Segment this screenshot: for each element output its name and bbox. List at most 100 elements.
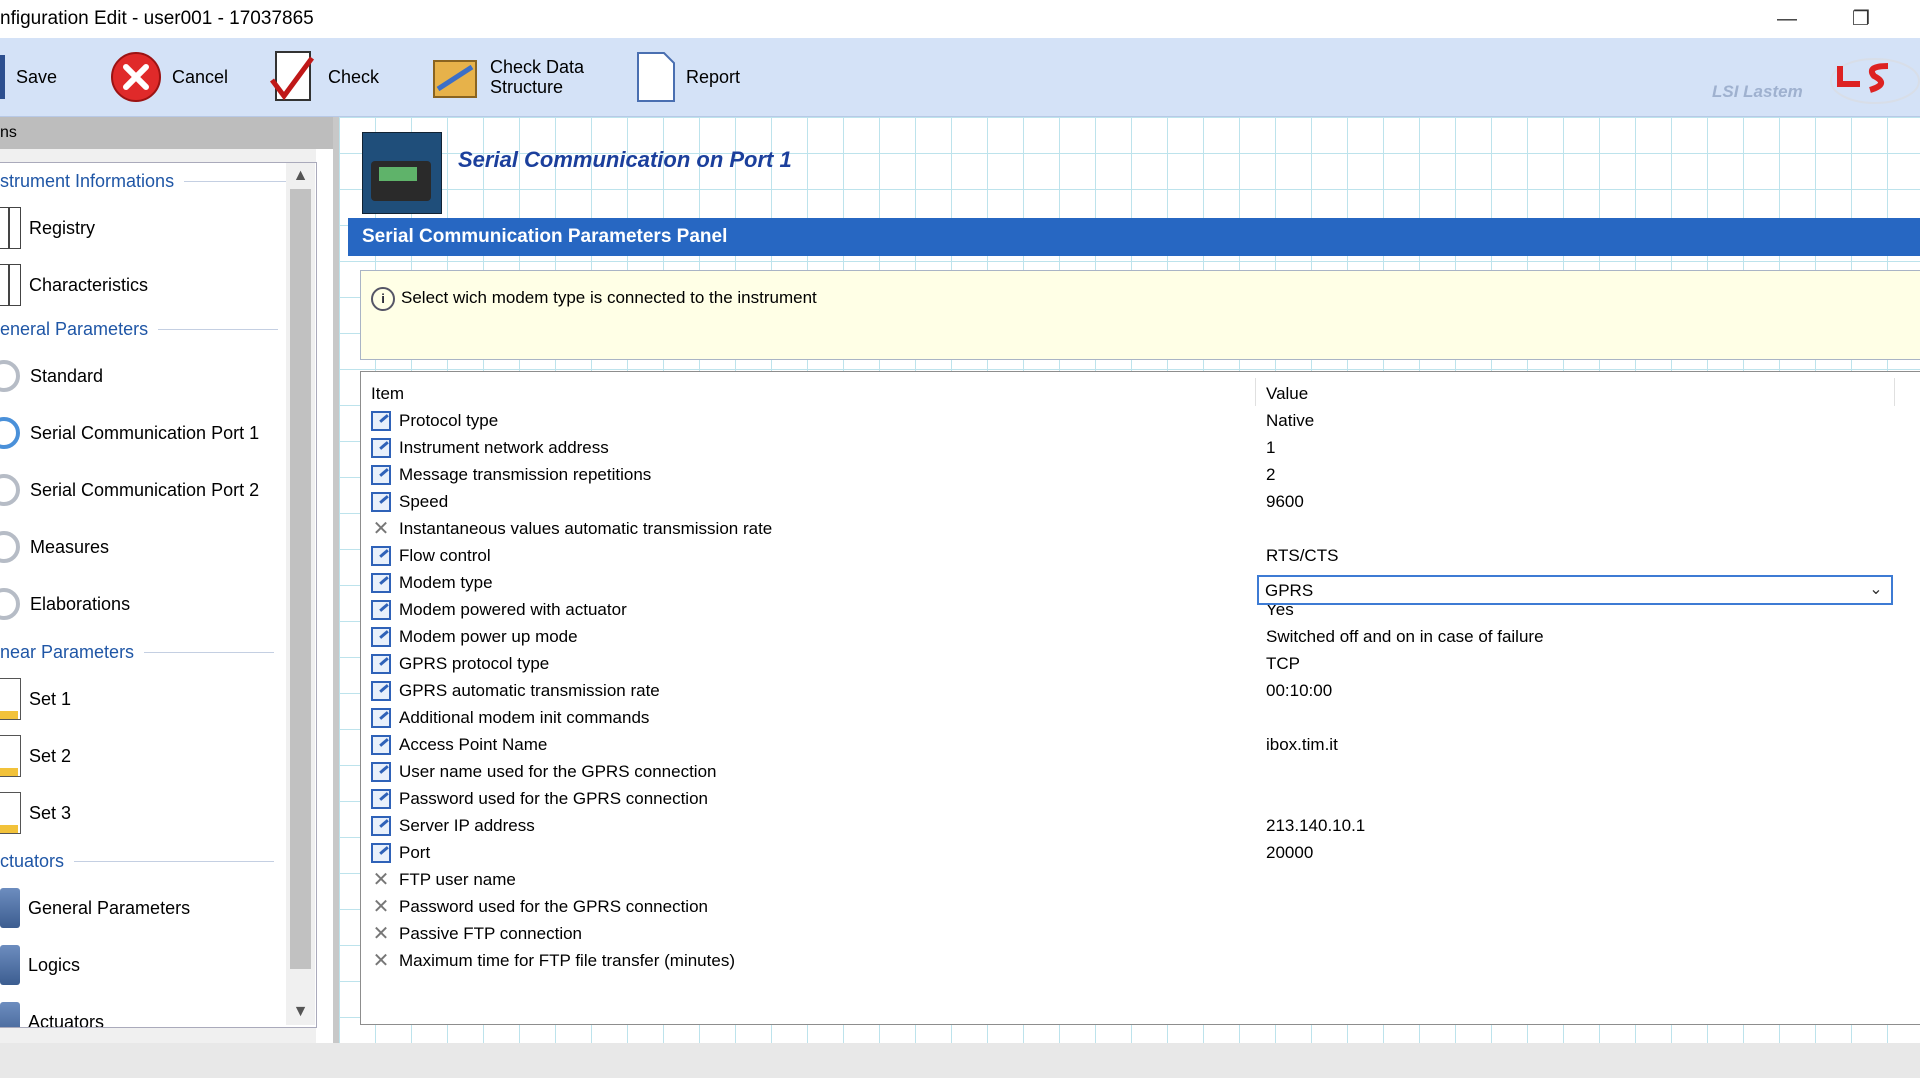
table-row[interactable]: User name used for the GPRS connection <box>361 759 1920 786</box>
edit-icon <box>371 600 391 620</box>
sidebar-item-logics[interactable]: Logics <box>0 942 80 988</box>
report-button[interactable]: Report <box>636 48 740 106</box>
sidebar-scrollbar[interactable]: ▲ ▼ <box>286 163 315 1025</box>
sidebar-item-serial-port-1[interactable]: Serial Communication Port 1 <box>0 410 259 456</box>
row-item-name: Additional modem init commands <box>399 708 650 727</box>
sidebar-item-measures[interactable]: Measures <box>0 524 109 570</box>
table-row[interactable]: Instrument network address 1 <box>361 435 1920 462</box>
sidebar-item-standard[interactable]: Standard <box>0 353 103 399</box>
edit-icon <box>371 762 391 782</box>
table-row[interactable]: GPRS automatic transmission rate 00:10:00 <box>361 678 1920 705</box>
chevron-down-icon[interactable]: ⌄ <box>1865 579 1887 601</box>
row-item-value[interactable]: TCP <box>1266 654 1300 674</box>
actuator-icon <box>0 945 20 985</box>
status-bar <box>0 1043 1920 1078</box>
row-item-value[interactable]: 20000 <box>1266 843 1313 863</box>
save-button[interactable]: Save <box>0 48 57 106</box>
edit-icon <box>371 438 391 458</box>
row-item-name: GPRS protocol type <box>399 654 550 673</box>
panel-title: Serial Communication Parameters Panel <box>348 218 1920 256</box>
restore-button[interactable]: ❐ <box>1838 2 1884 36</box>
sidebar-item-label: General Parameters <box>28 897 191 918</box>
row-item-value[interactable]: ibox.tim.it <box>1266 735 1338 755</box>
actuator-icon <box>0 888 20 928</box>
check-button[interactable]: Check <box>268 48 379 106</box>
column-separator[interactable] <box>1894 378 1895 406</box>
table-row[interactable]: Message transmission repetitions 2 <box>361 462 1920 489</box>
table-row[interactable]: Password used for the GPRS connection <box>361 786 1920 813</box>
check-data-structure-icon <box>433 60 477 98</box>
row-item-value[interactable]: 213.140.10.1 <box>1266 816 1365 836</box>
divider <box>74 861 275 862</box>
column-header-item[interactable]: Item <box>371 372 404 406</box>
group-general-parameters[interactable]: eneral Parameters <box>0 319 279 340</box>
sidebar-item-label: Actuators <box>28 1011 105 1028</box>
table-row[interactable]: Server IP address 213.140.10.1 <box>361 813 1920 840</box>
column-separator[interactable] <box>1255 378 1256 406</box>
table-row[interactable]: Flow control RTS/CTS <box>361 543 1920 570</box>
sidebar-item-general-parameters[interactable]: General Parameters <box>0 885 190 931</box>
check-icon <box>270 51 315 101</box>
save-icon <box>0 55 5 99</box>
table-row[interactable]: Modem power up mode Switched off and on i… <box>361 624 1920 651</box>
brand-text: LSI Lastem <box>1712 82 1803 101</box>
row-item-value[interactable]: 00:10:00 <box>1266 681 1332 701</box>
table-row[interactable]: ✕ Passive FTP connection <box>361 921 1920 948</box>
table-row[interactable]: Port 20000 <box>361 840 1920 867</box>
table-row[interactable]: GPRS protocol type TCP <box>361 651 1920 678</box>
row-item-value[interactable]: RTS/CTS <box>1266 546 1338 566</box>
scroll-thumb[interactable] <box>290 189 311 969</box>
cancel-button[interactable]: Cancel <box>110 48 228 106</box>
sidebar-item-set-1[interactable]: Set 1 <box>0 676 71 722</box>
parameters-grid: Item Value Protocol type Native Instrument… <box>360 371 1920 1025</box>
cancel-icon <box>111 52 161 102</box>
row-item-value[interactable]: 9600 <box>1266 492 1304 512</box>
brand-logo: LSI Lastem <box>1700 56 1920 106</box>
minimize-button[interactable]: — <box>1764 2 1810 36</box>
table-row[interactable]: ✕ Password used for the GPRS connection <box>361 894 1920 921</box>
group-actuators[interactable]: ctuators <box>0 851 275 872</box>
sidebar-item-label: Measures <box>30 536 110 557</box>
sidebar-item-elaborations[interactable]: Elaborations <box>0 581 130 627</box>
scroll-up-icon[interactable]: ▲ <box>286 163 315 189</box>
divider <box>184 181 295 182</box>
set-icon <box>0 735 21 777</box>
column-header-value[interactable]: Value <box>1266 372 1308 406</box>
edit-icon <box>371 627 391 647</box>
table-row[interactable]: ✕ Maximum time for FTP file transfer (min… <box>361 948 1920 975</box>
sidebar-item-label: Set 3 <box>29 802 72 823</box>
info-box: i Select wich modem type is connected to… <box>360 270 1920 360</box>
group-linear-parameters[interactable]: near Parameters <box>0 642 275 663</box>
edit-icon <box>371 492 391 512</box>
row-item-name: Password used for the GPRS connection <box>399 897 708 916</box>
row-item-value[interactable]: 2 <box>1266 465 1275 485</box>
sidebar-item-serial-port-2[interactable]: Serial Communication Port 2 <box>0 467 259 513</box>
table-row[interactable]: ✕ Instantaneous values automatic transmis… <box>361 516 1920 543</box>
sidebar-item-label: Registry <box>29 217 96 238</box>
table-row[interactable]: Access Point Name ibox.tim.it <box>361 732 1920 759</box>
sidebar-item-registry[interactable]: Registry <box>0 205 95 251</box>
divider <box>158 329 279 330</box>
set-icon <box>0 792 21 834</box>
row-item-value[interactable]: Switched off and on in case of failure <box>1266 627 1544 647</box>
table-row[interactable]: Speed 9600 <box>361 489 1920 516</box>
row-item-name: Port <box>399 843 431 862</box>
characteristics-icon <box>0 264 21 306</box>
sidebar-item-set-3[interactable]: Set 3 <box>0 790 71 836</box>
scroll-down-icon[interactable]: ▼ <box>286 999 315 1025</box>
sidebar-item-characteristics[interactable]: Characteristics <box>0 262 148 308</box>
table-row[interactable]: Additional modem init commands <box>361 705 1920 732</box>
table-row[interactable]: ✕ FTP user name <box>361 867 1920 894</box>
modem-type-select[interactable]: GPRS ⌄ <box>1257 575 1893 605</box>
row-item-value[interactable]: 1 <box>1266 438 1275 458</box>
sidebar-item-label: Set 2 <box>29 745 72 766</box>
set-icon <box>0 678 21 720</box>
sidebar-item-set-2[interactable]: Set 2 <box>0 733 71 779</box>
sidebar-item-actuators[interactable]: Actuators <box>0 999 105 1028</box>
edit-icon <box>371 735 391 755</box>
table-row[interactable]: Protocol type Native <box>361 408 1920 435</box>
row-item-value[interactable]: Native <box>1266 411 1314 431</box>
check-data-structure-button[interactable]: Check Data Structure <box>432 48 584 106</box>
row-item-name: Modem powered with actuator <box>399 600 627 619</box>
group-instrument-informations[interactable]: strument Informations <box>0 171 295 192</box>
